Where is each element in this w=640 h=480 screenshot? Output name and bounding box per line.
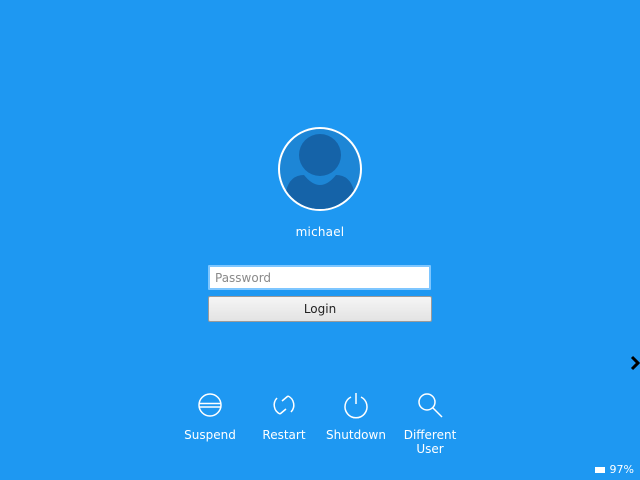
chevron-right-icon bbox=[630, 355, 640, 371]
shutdown-button[interactable]: Shutdown bbox=[316, 390, 396, 442]
battery-icon bbox=[594, 466, 605, 473]
user-avatar bbox=[278, 127, 362, 211]
suspend-button[interactable]: Suspend bbox=[170, 390, 250, 442]
user-silhouette-icon bbox=[286, 134, 354, 209]
restart-button[interactable]: Restart bbox=[244, 390, 324, 442]
power-icon bbox=[344, 393, 368, 419]
battery-status: 97% bbox=[594, 463, 634, 476]
suspend-label: Suspend bbox=[184, 428, 236, 442]
username-label: michael bbox=[295, 225, 345, 239]
password-input[interactable] bbox=[208, 265, 431, 290]
login-button[interactable]: Login bbox=[208, 296, 432, 322]
different-user-button[interactable]: Different User bbox=[390, 390, 470, 456]
suspend-icon bbox=[198, 393, 222, 417]
restart-icon bbox=[273, 395, 295, 415]
next-arrow-button[interactable] bbox=[629, 353, 640, 373]
different-user-label: Different User bbox=[403, 428, 457, 456]
search-icon bbox=[418, 393, 443, 418]
battery-percentage: 97% bbox=[609, 463, 634, 476]
shutdown-label: Shutdown bbox=[326, 428, 386, 442]
restart-label: Restart bbox=[262, 428, 306, 442]
